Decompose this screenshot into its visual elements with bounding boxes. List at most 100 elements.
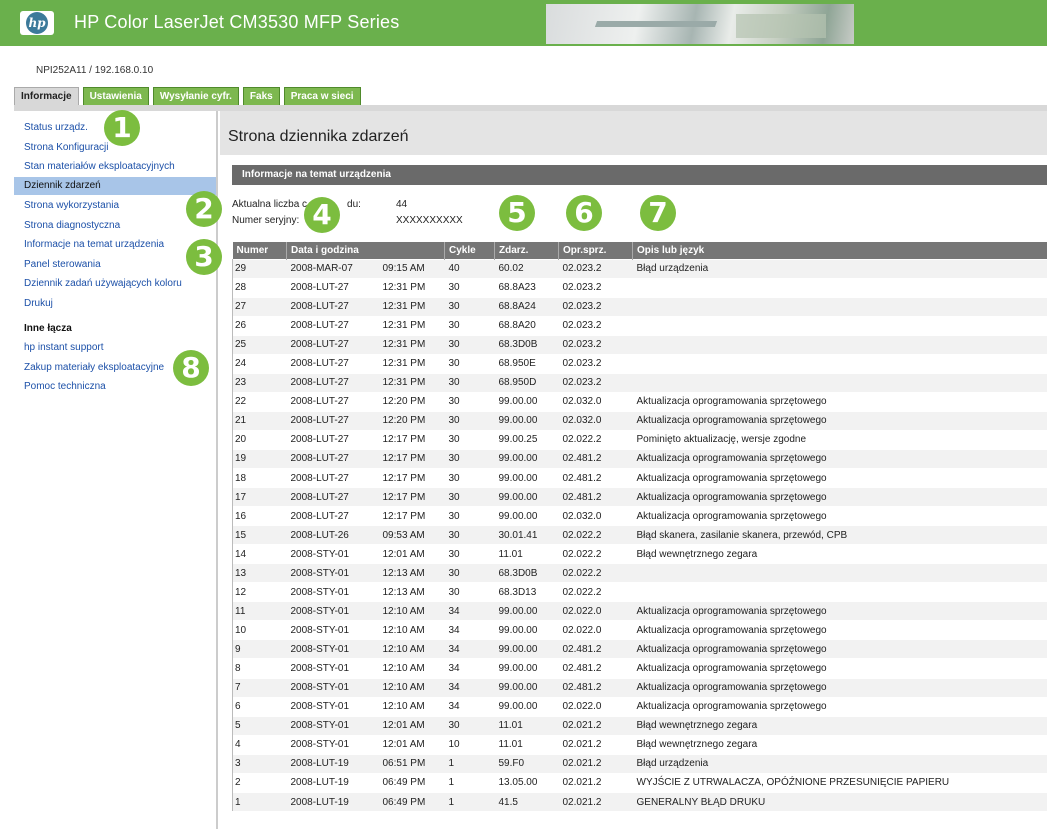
tab-informacje[interactable]: Informacje xyxy=(14,87,79,105)
cell-zdarzenie: 60.02 xyxy=(494,258,559,279)
cell-opr-sprz: 02.021.2 xyxy=(558,791,633,812)
cell-cykle: 30 xyxy=(444,582,495,602)
cell-opr-sprz: 02.022.2 xyxy=(558,525,633,545)
cell-data: 2008-LUT-27 xyxy=(286,277,379,298)
cell-opis: Aktualizacja oprogramowania sprzętowego xyxy=(632,468,1047,488)
cell-cykle: 30 xyxy=(444,468,495,488)
cell-opr-sprz: 02.481.2 xyxy=(558,639,633,659)
header-bar: hp HP Color LaserJet CM3530 MFP Series xyxy=(0,0,1047,46)
cell-opr-sprz: 02.023.2 xyxy=(558,315,633,336)
callout-7: 7 xyxy=(640,195,676,231)
cell-opis xyxy=(632,277,1047,298)
cell-data: 2008-LUT-19 xyxy=(286,772,379,793)
col-header-opis: Opis lub język xyxy=(632,242,1047,259)
event-count-value: 44 xyxy=(396,199,408,210)
cell-cykle: 30 xyxy=(444,372,495,393)
table-row: 3 2008-LUT-19 06:51 PM 1 59.F0 02.021.2 Błąd u… xyxy=(232,753,1047,774)
cell-opr-sprz: 02.023.2 xyxy=(558,258,633,279)
cell-opis: Błąd wewnętrznego zegara xyxy=(632,715,1047,736)
cell-zdarzenie: 68.950E xyxy=(494,353,559,374)
cell-opr-sprz: 02.021.2 xyxy=(558,715,633,736)
cell-godzina: 12:31 PM xyxy=(378,353,445,374)
cell-numer: 25 xyxy=(232,334,287,355)
cell-data: 2008-LUT-27 xyxy=(286,353,379,374)
cell-godzina: 12:10 AM xyxy=(378,601,445,621)
col-header-cykle: Cykle xyxy=(444,242,495,259)
table-row: 13 2008-STY-01 12:13 AM 30 68.3D0B 02.022.2 xyxy=(232,563,1047,583)
table-row: 1 2008-LUT-19 06:49 PM 1 41.5 02.021.2 GENERAL… xyxy=(232,791,1047,812)
cell-zdarzenie: 99.00.00 xyxy=(494,639,559,659)
cell-numer: 6 xyxy=(232,696,287,717)
table-row: 23 2008-LUT-27 12:31 PM 30 68.950D 02.023.2 xyxy=(232,372,1047,393)
cell-godzina: 12:20 PM xyxy=(378,391,445,412)
col-header-opr-sprz: Opr.sprz. xyxy=(558,242,633,259)
cell-opr-sprz: 02.022.0 xyxy=(558,696,633,717)
cell-zdarzenie: 68.3D13 xyxy=(494,582,559,602)
tab-ustawienia[interactable]: Ustawienia xyxy=(82,87,149,105)
callout-6: 6 xyxy=(566,195,602,231)
table-row: 15 2008-LUT-26 09:53 AM 30 30.01.41 02.022.2 B… xyxy=(232,525,1047,545)
event-count-label: Aktualna liczba c du: xyxy=(232,199,361,210)
cell-opis: Aktualizacja oprogramowania sprzętowego xyxy=(632,601,1047,621)
col-header-zdarzenie: Zdarz. xyxy=(494,242,559,259)
cell-data: 2008-MAR-07 xyxy=(286,258,379,279)
cell-numer: 1 xyxy=(232,791,287,812)
table-row: 22 2008-LUT-27 12:20 PM 30 99.00.00 02.032.0 A… xyxy=(232,391,1047,412)
cell-godzina: 09:53 AM xyxy=(378,525,445,545)
cell-cykle: 40 xyxy=(444,258,495,279)
cell-data: 2008-LUT-27 xyxy=(286,391,379,412)
cell-data: 2008-STY-01 xyxy=(286,601,379,621)
cell-cykle: 34 xyxy=(444,620,495,640)
cell-opr-sprz: 02.481.2 xyxy=(558,448,633,469)
table-row: 10 2008-STY-01 12:10 AM 34 99.00.00 02.022.0 A… xyxy=(232,620,1047,640)
sidebar: Status urządz. Strona Konfiguracji Stan … xyxy=(14,111,218,829)
cell-opis xyxy=(632,582,1047,602)
cell-godzina: 12:17 PM xyxy=(378,429,445,450)
cell-numer: 23 xyxy=(232,372,287,393)
cell-cykle: 30 xyxy=(444,353,495,374)
sidebar-item-diagnostyka[interactable]: Strona diagnostyczna xyxy=(14,217,216,235)
sidebar-item-dziennik-zdarzen[interactable]: Dziennik zdarzeń xyxy=(14,177,216,195)
cell-opis: Błąd urządzenia xyxy=(632,258,1047,279)
cell-numer: 14 xyxy=(232,544,287,564)
cell-data: 2008-LUT-27 xyxy=(286,506,379,526)
tab-faks[interactable]: Faks xyxy=(242,87,280,105)
cell-zdarzenie: 59.F0 xyxy=(494,753,559,774)
cell-zdarzenie: 30.01.41 xyxy=(494,525,559,545)
cell-godzina: 12:10 AM xyxy=(378,696,445,717)
table-row: 24 2008-LUT-27 12:31 PM 30 68.950E 02.023.2 xyxy=(232,353,1047,374)
cell-zdarzenie: 99.00.25 xyxy=(494,429,559,450)
table-row: 4 2008-STY-01 12:01 AM 10 11.01 02.021.2 Błąd … xyxy=(232,734,1047,755)
col-header-godzina xyxy=(378,242,445,259)
cell-godzina: 12:17 PM xyxy=(378,487,445,507)
event-count-label-end: du: xyxy=(347,199,361,210)
tab-wysylanie-cyfr[interactable]: Wysyłanie cyfr. xyxy=(152,87,239,105)
sidebar-item-dziennik-koloru[interactable]: Dziennik zadań używających koloru xyxy=(14,275,216,293)
cell-godzina: 12:20 PM xyxy=(378,410,445,431)
cell-numer: 21 xyxy=(232,410,287,431)
banner-stripe xyxy=(594,21,718,27)
cell-numer: 13 xyxy=(232,563,287,583)
cell-godzina: 12:31 PM xyxy=(378,296,445,317)
cell-cykle: 34 xyxy=(444,677,495,698)
page-title-bar: Strona dziennika zdarzeń xyxy=(220,111,1047,155)
cell-data: 2008-STY-01 xyxy=(286,677,379,698)
table-row: 5 2008-STY-01 12:01 AM 30 11.01 02.021.2 Błąd … xyxy=(232,715,1047,736)
table-row: 29 2008-MAR-07 09:15 AM 40 60.02 02.023.2 Błąd… xyxy=(232,258,1047,279)
sidebar-item-drukuj[interactable]: Drukuj xyxy=(14,295,216,313)
cell-numer: 16 xyxy=(232,506,287,526)
cell-cykle: 30 xyxy=(444,334,495,355)
sidebar-item-materialy[interactable]: Stan materiałów eksploatacyjnych xyxy=(14,158,216,176)
table-header-row: Numer Data i godzina Cykle Zdarz. Opr.sp… xyxy=(232,242,1047,259)
callout-2: 2 xyxy=(186,191,222,227)
cell-godzina: 12:17 PM xyxy=(378,468,445,488)
cell-numer: 3 xyxy=(232,753,287,774)
cell-opr-sprz: 02.022.2 xyxy=(558,544,633,564)
cell-data: 2008-LUT-19 xyxy=(286,753,379,774)
cell-cykle: 30 xyxy=(444,277,495,298)
cell-opis: Błąd urządzenia xyxy=(632,753,1047,774)
tab-praca-w-sieci[interactable]: Praca w sieci xyxy=(283,87,361,105)
cell-godzina: 12:01 AM xyxy=(378,715,445,736)
cell-godzina: 12:10 AM xyxy=(378,639,445,659)
cell-opis: Aktualizacja oprogramowania sprzętowego xyxy=(632,506,1047,526)
